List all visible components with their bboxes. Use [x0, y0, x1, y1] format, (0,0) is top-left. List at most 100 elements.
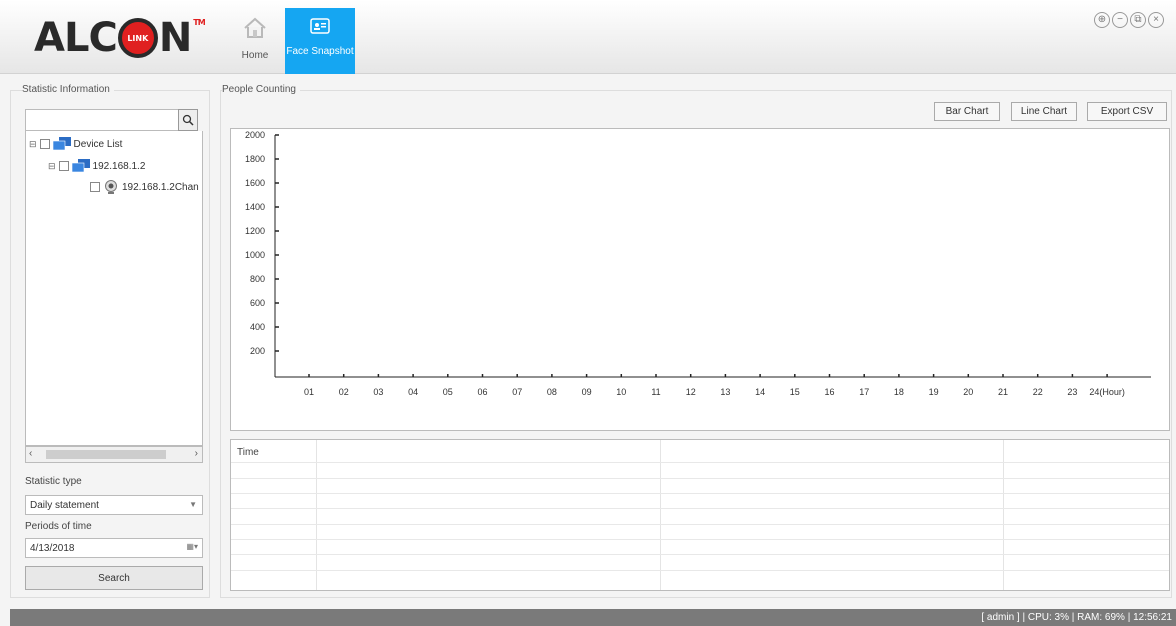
- restore-icon[interactable]: ⧉: [1130, 12, 1146, 28]
- tree-checkbox[interactable]: [39, 139, 50, 149]
- scrollbar-thumb[interactable]: [46, 450, 166, 459]
- tree-horizontal-scrollbar[interactable]: ‹ ›: [25, 446, 203, 463]
- calendar-icon[interactable]: ▦▾: [186, 542, 198, 551]
- logo-badge-text: LINK: [127, 34, 149, 43]
- collapse-icon[interactable]: ⊟: [29, 139, 37, 150]
- nav-face-snapshot[interactable]: Face Snapshot: [285, 8, 355, 74]
- tree-checkbox[interactable]: [58, 161, 69, 171]
- window-controls: ⊕ − ⧉ ×: [1094, 12, 1164, 28]
- x-tick-label: 23: [1067, 387, 1077, 397]
- search-button[interactable]: Search: [25, 566, 203, 590]
- face-snapshot-icon: [310, 18, 330, 34]
- logo-badge: LINK: [117, 18, 158, 58]
- status-text: [ admin ] | CPU: 3% | RAM: 69% | 12:56:2…: [981, 612, 1172, 623]
- statistic-panel-title: Statistic Information: [22, 84, 114, 95]
- device-tree: ⊟ Device List ⊟ 192.168.1.2 192.168.1.2C…: [25, 131, 203, 446]
- y-tick-label: 800: [250, 274, 265, 284]
- line-chart-button[interactable]: Line Chart: [1011, 102, 1077, 121]
- scroll-left-icon[interactable]: ‹: [29, 448, 32, 459]
- minimize-icon[interactable]: −: [1112, 12, 1128, 28]
- bar-chart-button[interactable]: Bar Chart: [934, 102, 1000, 121]
- export-csv-button[interactable]: Export CSV: [1087, 102, 1167, 121]
- tree-channel-label: 192.168.1.2Chan: [122, 181, 199, 193]
- x-tick-label: 03: [373, 387, 383, 397]
- y-tick-label: 1000: [245, 250, 265, 260]
- x-tick-label: 02: [339, 387, 349, 397]
- x-tick-label: 12: [686, 387, 696, 397]
- tree-node-device[interactable]: ⊟ 192.168.1.2: [48, 159, 145, 173]
- x-tick-label: 09: [582, 387, 592, 397]
- y-tick-label: 1400: [245, 202, 265, 212]
- device-search-button[interactable]: [178, 109, 198, 131]
- lock-icon[interactable]: ⊕: [1094, 12, 1110, 28]
- nav-home-label: Home: [241, 50, 269, 61]
- people-counting-title: People Counting: [222, 84, 300, 95]
- y-tick-label: 1600: [245, 178, 265, 188]
- table-row-divider: [231, 478, 1169, 479]
- device-search-input[interactable]: [25, 109, 180, 131]
- statistic-type-label: Statistic type: [25, 476, 82, 487]
- y-tick-label: 2000: [245, 130, 265, 140]
- period-label: Periods of time: [25, 521, 92, 532]
- logo-text-right: N: [158, 15, 192, 61]
- tree-node-device-list[interactable]: ⊟ Device List: [29, 137, 122, 151]
- tree-node-channel[interactable]: 192.168.1.2Chan: [90, 179, 199, 195]
- x-tick-label: 19: [929, 387, 939, 397]
- chart-canvas: 2000 1800 1600 1400 1200 1000 800 600 400 200 01 02…: [245, 130, 1151, 397]
- x-tick-label: 01: [304, 387, 314, 397]
- x-tick-label: 07: [512, 387, 522, 397]
- table-row-divider: [231, 508, 1169, 509]
- table-row-divider: [231, 539, 1169, 540]
- x-tick-label: 14: [755, 387, 765, 397]
- chevron-down-icon: ▼: [189, 500, 197, 509]
- y-tick-label: 200: [250, 346, 265, 356]
- statistic-type-value: Daily statement: [30, 499, 99, 511]
- x-tick-label: 06: [477, 387, 487, 397]
- tree-checkbox[interactable]: [90, 182, 100, 192]
- x-tick-label: 22: [1033, 387, 1043, 397]
- x-tick-label: 10: [616, 387, 626, 397]
- search-icon: [182, 114, 194, 126]
- x-tick-label: 13: [720, 387, 730, 397]
- y-tick-label: 1200: [245, 226, 265, 236]
- x-tick-label: 17: [859, 387, 869, 397]
- table-row-divider: [231, 493, 1169, 494]
- network-devices-icon: [52, 137, 71, 151]
- status-bar: [ admin ] | CPU: 3% | RAM: 69% | 12:56:2…: [10, 609, 1176, 626]
- nav-face-snapshot-label: Face Snapshot: [286, 46, 354, 57]
- table-row-divider: [231, 462, 1169, 463]
- app-header: ALC LINK N TM Home Face Snapshot ⊕ − ⧉ ×: [0, 0, 1176, 74]
- device-icon: [71, 159, 90, 173]
- collapse-icon[interactable]: ⊟: [48, 161, 56, 172]
- x-tick-label: 15: [790, 387, 800, 397]
- table-row-divider: [231, 554, 1169, 555]
- x-tick-label: 05: [443, 387, 453, 397]
- close-icon[interactable]: ×: [1148, 12, 1164, 28]
- x-tick-label: 04: [408, 387, 418, 397]
- scroll-right-icon[interactable]: ›: [195, 448, 198, 459]
- x-tick-label: 16: [824, 387, 834, 397]
- y-tick-label: 1800: [245, 154, 265, 164]
- logo-trademark: TM: [193, 18, 205, 27]
- x-tick-label: 11: [651, 387, 660, 397]
- statistic-type-select[interactable]: Daily statement ▼: [25, 495, 203, 515]
- x-tick-label: 20: [963, 387, 973, 397]
- x-tick-label: 18: [894, 387, 904, 397]
- x-tick-label: 21: [998, 387, 1008, 397]
- time-column-header: Time: [237, 447, 259, 458]
- y-tick-label: 600: [250, 298, 265, 308]
- people-counting-chart: 2000 1800 1600 1400 1200 1000 800 600 400 200 01 02…: [230, 128, 1170, 431]
- table-row-divider: [231, 570, 1169, 571]
- x-tick-label: 24(Hour): [1089, 387, 1125, 397]
- table-row-divider: [231, 524, 1169, 525]
- home-icon: [244, 17, 266, 38]
- results-table: Time: [230, 439, 1170, 591]
- date-picker[interactable]: 4/13/2018 ▦▾: [25, 538, 203, 558]
- tree-device-label: 192.168.1.2: [92, 160, 146, 172]
- date-value: 4/13/2018: [30, 542, 75, 554]
- tree-root-label: Device List: [73, 138, 123, 150]
- nav-home[interactable]: Home: [220, 8, 290, 74]
- x-tick-label: 08: [547, 387, 557, 397]
- camera-icon: [105, 180, 117, 194]
- brand-logo: ALC LINK N TM: [34, 15, 206, 61]
